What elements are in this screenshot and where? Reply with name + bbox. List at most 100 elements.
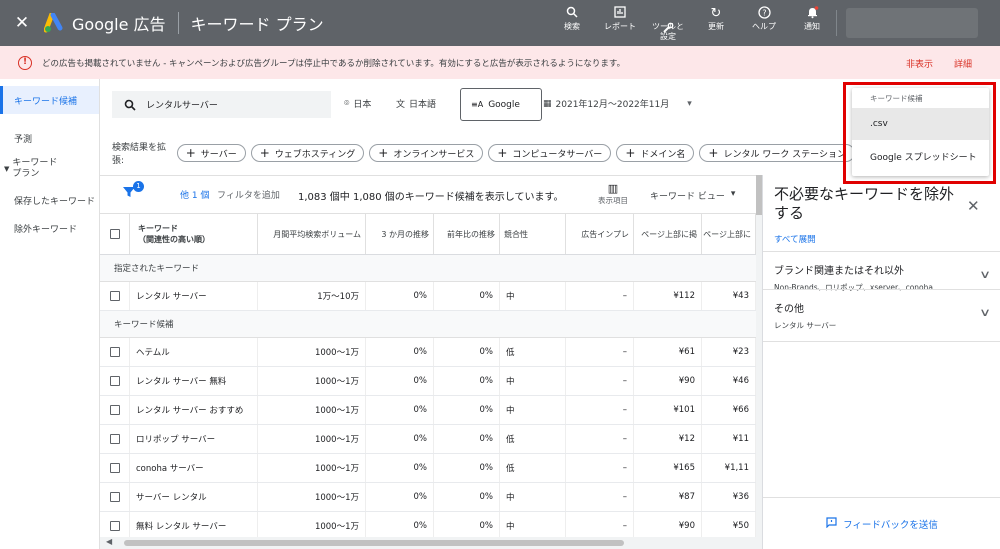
account-divider [836,10,837,36]
header-volume[interactable]: 月間平均検索ボリューム [258,214,366,254]
nav-saved-keywords[interactable]: 保存したキーワード [0,186,99,214]
select-all-checkbox[interactable] [109,229,120,239]
row-checkbox[interactable] [109,492,120,502]
header-3month[interactable]: 3 か月の推移 [366,214,434,254]
nav-keyword-ideas[interactable]: キーワード候補 [0,86,99,114]
add-filter-button[interactable]: フィルタを追加 [217,188,280,201]
row-checkbox-cell[interactable] [100,338,130,366]
date-range-filter[interactable]: ▦ 2021年12月〜2022年11月 ▾ [543,97,692,111]
cell-yoy: 0% [434,425,500,453]
row-checkbox-cell[interactable] [100,425,130,453]
cell-kw: ロリポップ サーバー [130,425,258,453]
cell-kw: レンタル サーバー [130,282,258,310]
horizontal-scrollbar[interactable]: ◀ [100,537,756,549]
cell-high: ¥50 [702,512,756,540]
header-keyword[interactable]: キーワード （関連性の高い順） [130,214,258,254]
cell-imp: – [566,512,634,540]
nav-forecast[interactable]: 予測 [0,124,99,152]
row-checkbox[interactable] [109,521,120,531]
cell-low: ¥101 [634,396,702,424]
search-network-filter[interactable]: ≡A Google [460,88,542,121]
table-row[interactable]: レンタル サーバー 無料 1000〜1万 0% 0% 中 – ¥90 ¥46 [100,367,756,396]
row-checkbox-cell[interactable] [100,282,130,310]
chip-online-service[interactable]: + オンラインサービス [369,144,484,162]
row-checkbox[interactable] [109,376,120,386]
chip-computer-server[interactable]: + コンピュータサーバー [488,144,612,162]
row-checkbox[interactable] [109,434,120,444]
row-checkbox[interactable] [109,291,120,301]
tools-settings-button[interactable]: ツールと 設定 [644,0,692,46]
cell-yoy: 0% [434,367,500,395]
header-competition[interactable]: 競合性 [500,214,566,254]
row-checkbox-cell[interactable] [100,483,130,511]
chip-label: レンタル ワーク ステーション [723,149,846,160]
help-button[interactable]: ? ヘルプ [740,0,788,46]
nav-keyword-plan[interactable]: ▼ キーワード プラン [0,152,99,186]
chip-server[interactable]: + サーバー [176,144,246,162]
language-filter[interactable]: 文 日本語 [396,97,436,110]
account-switcher[interactable] [846,8,978,38]
cell-high: ¥66 [702,396,756,424]
table-row[interactable]: ロリポップ サーバー 1000〜1万 0% 0% 低 – ¥12 ¥11 [100,425,756,454]
cell-imp: – [566,425,634,453]
cell-kw: ヘテムル [130,338,258,366]
close-icon[interactable]: ✕ [967,197,980,215]
refine-group-other[interactable]: その他 レンタル サーバー ∨ [763,289,1000,342]
columns-button[interactable]: ▥ 表示項目 [598,182,628,206]
section-specified-keywords: 指定されたキーワード [100,255,756,282]
location-filter[interactable]: ⌾ 日本 [344,97,371,111]
table-row[interactable]: conoha サーバー 1000〜1万 0% 0% 低 – ¥165 ¥1,11 [100,454,756,483]
google-ads-logo[interactable]: Google 広告 [44,11,166,35]
cell-m3: 0% [366,454,434,482]
chip-domain-name[interactable]: + ドメイン名 [616,144,695,162]
chip-rental-workstation[interactable]: + レンタル ワーク ステーション [699,144,855,162]
dropdown-arrow-icon: ▾ [730,189,736,199]
report-button[interactable]: レポート [596,0,644,46]
header-top-bid-high[interactable]: ページ上部に [702,214,756,254]
close-icon[interactable]: ✕ [0,13,44,33]
table-row[interactable]: サーバー レンタル 1000〜1万 0% 0% 中 – ¥87 ¥36 [100,483,756,512]
search-button[interactable]: 検索 [548,0,596,46]
keyword-view-dropdown[interactable]: キーワード ビュー ▾ [650,189,735,202]
row-checkbox-cell[interactable] [100,512,130,540]
caret-down-icon: ▼ [4,164,10,173]
hide-alert-link[interactable]: 非表示 [906,57,933,70]
chip-web-hosting[interactable]: + ウェブホスティング [250,144,365,162]
top-tools: 検索 レポート ツールと 設定 ↻ 更新 ? ヘルプ 通知 [548,0,836,46]
row-checkbox[interactable] [109,347,120,357]
expand-label: 検索結果を拡張: [112,143,167,166]
alert-banner: ! どの広告も掲載されていません - キャンペーンおよび広告グループは停止中であ… [0,46,1000,79]
cell-vol: 1000〜1万 [258,483,366,511]
group-title: ブランド関連またはそれ以外 [774,266,904,277]
notifications-button[interactable]: 通知 [788,0,836,46]
scroll-left-icon[interactable]: ◀ [106,537,112,546]
row-checkbox-cell[interactable] [100,367,130,395]
table-row[interactable]: ヘテムル 1000〜1万 0% 0% 低 – ¥61 ¥23 [100,338,756,367]
keyword-search-input[interactable]: レンタルサーバー [112,91,331,118]
refresh-button[interactable]: ↻ 更新 [692,0,740,46]
header-top-bid-low[interactable]: ページ上部に掲 [634,214,702,254]
more-filters-link[interactable]: 他 1 個 [180,188,209,201]
chip-label: ドメイン名 [640,149,686,160]
header-impression-share[interactable]: 広告インプレ [566,214,634,254]
search-value: レンタルサーバー [146,101,218,111]
table-row[interactable]: レンタル サーバー おすすめ 1000〜1万 0% 0% 中 – ¥101 ¥66 [100,396,756,425]
table-toolbar: 1 他 1 個 フィルタを追加 1,083 個中 1,080 個のキーワード候補… [100,175,760,213]
row-checkbox[interactable] [109,463,120,473]
cell-comp: 中 [500,396,566,424]
nav-negative-keywords[interactable]: 除外キーワード [0,214,99,242]
cell-low: ¥165 [634,454,702,482]
row-checkbox[interactable] [109,405,120,415]
header-yoy[interactable]: 前年比の推移 [434,214,500,254]
refresh-icon: ↻ [710,6,722,21]
send-feedback-button[interactable]: フィードバックを送信 [763,497,1000,549]
help-label: ヘルプ [752,22,776,31]
select-all-checkbox-cell[interactable] [100,214,130,254]
alert-details-link[interactable]: 詳細 [954,57,972,70]
row-checkbox-cell[interactable] [100,454,130,482]
row-checkbox-cell[interactable] [100,396,130,424]
table-row[interactable]: レンタル サーバー 1万〜10万 0% 0% 中 – ¥112 ¥43 [100,282,756,311]
horizontal-scroll-thumb[interactable] [124,540,624,546]
expand-all-link[interactable]: すべて展開 [774,233,816,245]
report-icon [614,6,626,22]
